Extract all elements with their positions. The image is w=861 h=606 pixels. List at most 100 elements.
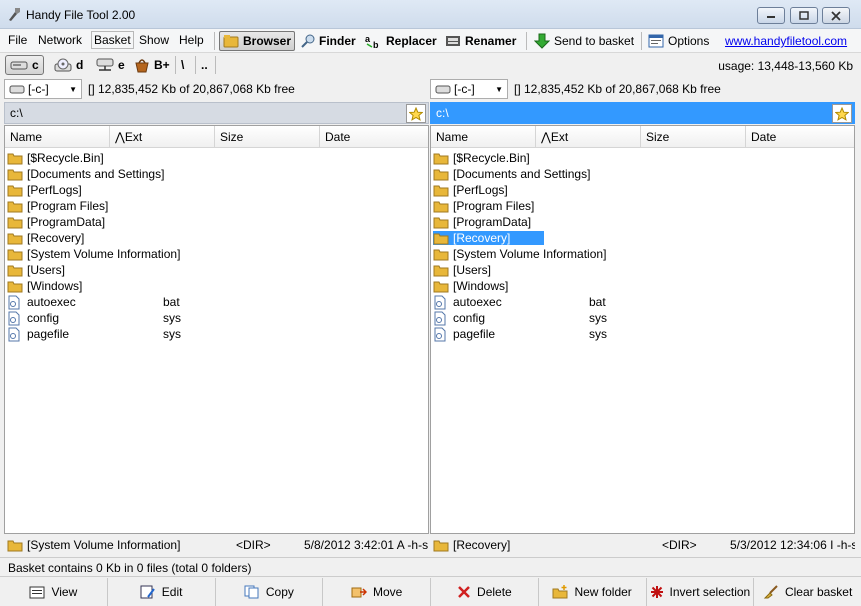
separator	[526, 32, 527, 50]
browser-icon	[223, 34, 239, 48]
file-name: [ProgramData]	[453, 215, 532, 229]
list-item[interactable]: [Program Files]	[431, 198, 854, 214]
left-free-space: [] 12,835,452 Kb of 20,867,068 Kb free	[88, 82, 295, 96]
file-name: [Windows]	[27, 279, 83, 293]
list-item[interactable]: [System Volume Information]	[431, 246, 854, 262]
menu-show[interactable]: Show	[137, 33, 171, 47]
left-path-bar[interactable]: c:\	[4, 102, 429, 124]
list-item[interactable]: [$Recycle.Bin]	[431, 150, 854, 166]
minimize-button[interactable]	[757, 7, 785, 24]
list-item[interactable]: [Users]	[5, 262, 428, 278]
menu-file[interactable]: File	[6, 33, 29, 47]
edit-button[interactable]: Edit	[108, 578, 216, 606]
copy-icon	[244, 585, 260, 599]
list-item[interactable]: [Windows]	[431, 278, 854, 294]
column-size[interactable]: Size	[215, 126, 320, 147]
file-icon	[7, 311, 23, 326]
website-link[interactable]: www.handyfiletool.com	[725, 34, 847, 48]
separator	[214, 32, 215, 50]
list-item[interactable]: pagefile sys	[431, 326, 854, 342]
list-item[interactable]: [PerfLogs]	[5, 182, 428, 198]
file-name: [Users]	[453, 263, 492, 277]
list-item[interactable]: [Users]	[431, 262, 854, 278]
new-folder-button[interactable]: New folder	[539, 578, 647, 606]
separator	[641, 32, 642, 50]
right-path-bar[interactable]: c:\	[430, 102, 855, 124]
view-icon	[29, 585, 45, 599]
file-name: [System Volume Information]	[27, 247, 181, 261]
right-file-list[interactable]: Name ⋀Ext Size Date [$Recycle.Bin] [Docum…	[430, 125, 855, 534]
renamer-button[interactable]: Renamer	[445, 31, 516, 51]
column-ext[interactable]: ⋀Ext	[110, 126, 215, 147]
view-button[interactable]: View	[0, 578, 108, 606]
column-header: Name ⋀Ext Size Date	[5, 126, 428, 148]
file-name: [ProgramData]	[27, 215, 106, 229]
column-name[interactable]: Name	[5, 126, 110, 147]
list-item[interactable]: [Documents and Settings]	[5, 166, 428, 182]
list-item[interactable]: config sys	[5, 310, 428, 326]
browser-button[interactable]: Browser	[219, 31, 296, 51]
list-item[interactable]: [ProgramData]	[5, 214, 428, 230]
list-item[interactable]: [Recovery]	[5, 230, 428, 246]
column-date[interactable]: Date	[320, 126, 428, 147]
invert-selection-button[interactable]: Invert selection	[647, 578, 755, 606]
replacer-button[interactable]: ab Replacer	[364, 31, 437, 51]
basket-drive-button[interactable]: B+	[134, 55, 170, 75]
hard-drive-icon	[435, 85, 451, 94]
list-item[interactable]: autoexec bat	[431, 294, 854, 310]
copy-button[interactable]: Copy	[216, 578, 324, 606]
file-icon	[433, 311, 449, 326]
svg-text:a: a	[365, 34, 371, 44]
separator	[215, 56, 216, 74]
folder-icon	[7, 538, 23, 552]
file-name: [Recovery]	[453, 231, 511, 245]
list-item[interactable]: [ProgramData]	[431, 214, 854, 230]
column-size[interactable]: Size	[641, 126, 746, 147]
move-button[interactable]: Move	[323, 578, 431, 606]
drive-e-button[interactable]: e	[96, 55, 125, 75]
list-item[interactable]: [$Recycle.Bin]	[5, 150, 428, 166]
menu-network[interactable]: Network	[36, 33, 84, 47]
list-item[interactable]: [System Volume Information]	[5, 246, 428, 262]
left-drive-select[interactable]: [-c-] ▼	[4, 79, 82, 99]
parent-folder-button[interactable]: ..	[201, 55, 208, 75]
list-item[interactable]: pagefile sys	[5, 326, 428, 342]
list-item[interactable]: [Documents and Settings]	[431, 166, 854, 182]
drive-d-button[interactable]: d	[54, 55, 83, 75]
list-item[interactable]: [Program Files]	[5, 198, 428, 214]
menu-help[interactable]: Help	[177, 33, 206, 47]
send-to-basket-button[interactable]: Send to basket	[534, 31, 634, 51]
drive-c-button[interactable]: c	[5, 55, 44, 75]
delete-button[interactable]: Delete	[431, 578, 539, 606]
list-item[interactable]: [Recovery]	[431, 230, 854, 246]
sort-up-icon: ⋀	[115, 130, 125, 144]
chevron-down-icon: ▼	[69, 85, 77, 94]
folder-icon	[433, 183, 449, 197]
folder-icon	[433, 151, 449, 165]
close-button[interactable]	[822, 7, 850, 24]
column-ext[interactable]: ⋀Ext	[536, 126, 641, 147]
list-item[interactable]: autoexec bat	[5, 294, 428, 310]
finder-button[interactable]: Finder	[301, 31, 356, 51]
move-icon	[351, 585, 367, 599]
asterisk-icon	[650, 585, 664, 599]
root-folder-button[interactable]: \	[181, 55, 184, 75]
column-date[interactable]: Date	[746, 126, 854, 147]
right-drive-select[interactable]: [-c-] ▼	[430, 79, 508, 99]
list-item[interactable]: [Windows]	[5, 278, 428, 294]
folder-icon	[7, 167, 23, 181]
left-status-line: [System Volume Information] <DIR> 5/8/20…	[4, 534, 429, 556]
star-icon[interactable]	[406, 104, 426, 123]
maximize-button[interactable]	[790, 7, 818, 24]
list-item[interactable]: config sys	[431, 310, 854, 326]
file-icon	[433, 327, 449, 342]
options-button[interactable]: Options	[648, 31, 709, 51]
menu-basket[interactable]: Basket	[91, 31, 134, 49]
clear-basket-button[interactable]: Clear basket	[754, 578, 861, 606]
star-icon[interactable]	[832, 104, 852, 123]
column-name[interactable]: Name	[431, 126, 536, 147]
left-file-list[interactable]: Name ⋀Ext Size Date [$Recycle.Bin] [Docum…	[4, 125, 429, 534]
file-ext: bat	[163, 295, 180, 309]
list-item[interactable]: [PerfLogs]	[431, 182, 854, 198]
network-drive-icon	[96, 58, 114, 72]
